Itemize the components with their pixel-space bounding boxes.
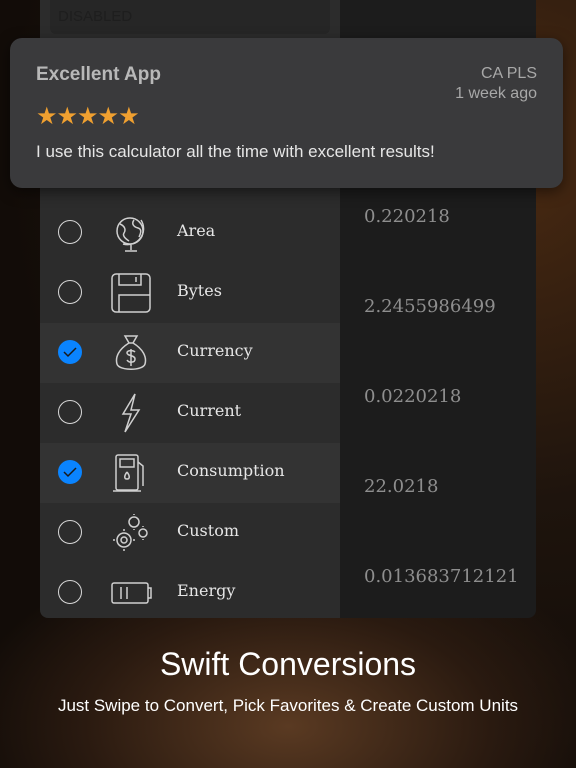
radio-button[interactable] — [58, 400, 82, 424]
review-author: CA PLS — [480, 65, 537, 82]
radio-button[interactable] — [58, 280, 82, 304]
review-title: Excellent App — [36, 64, 161, 85]
review-date: 1 week ago — [455, 85, 537, 102]
category-label: Area — [177, 221, 216, 240]
checked-radio[interactable] — [58, 460, 82, 484]
review-body: I use this calculator all the time with … — [36, 142, 435, 161]
category-row-currency[interactable]: Currency — [40, 323, 340, 383]
radio-button[interactable] — [58, 220, 82, 244]
category-label: Bytes — [177, 281, 222, 300]
checkmark-icon — [63, 347, 77, 358]
globe-icon — [116, 217, 145, 252]
category-label: Custom — [177, 521, 239, 540]
review-card: Excellent App CA PLS 1 week ago ★★★★★ I … — [10, 38, 563, 188]
floppy-disk-icon — [111, 273, 151, 313]
checked-radio[interactable] — [58, 340, 82, 364]
battery-icon — [111, 582, 152, 604]
category-row-area[interactable]: Area — [40, 203, 340, 263]
promo-subtitle: Just Swipe to Convert, Pick Favorites & … — [57, 696, 519, 715]
money-bag-icon — [115, 335, 147, 370]
category-row-bytes[interactable]: Bytes — [40, 263, 340, 323]
conversion-value: 0.013683712121 — [364, 566, 519, 587]
conversion-value: 0.220218 — [364, 206, 450, 227]
conversion-value: 2.2455986499 — [364, 296, 496, 317]
category-row-energy[interactable]: Energy — [40, 563, 340, 618]
checkmark-icon — [63, 467, 77, 478]
review-meta: CA PLS 1 week ago — [455, 64, 537, 104]
lightning-icon — [121, 393, 141, 433]
category-row-custom[interactable]: Custom — [40, 503, 340, 563]
star-rating: ★★★★★ — [36, 103, 140, 130]
radio-button[interactable] — [58, 580, 82, 604]
category-row-consumption[interactable]: Consumption — [40, 443, 340, 503]
fuel-pump-icon — [113, 454, 144, 492]
disabled-field: DISABLED — [50, 0, 330, 34]
category-label: Consumption — [177, 461, 285, 480]
category-row-current[interactable]: Current — [40, 383, 340, 443]
promo-title: Swift Conversions — [159, 646, 417, 682]
category-label: Energy — [177, 581, 236, 600]
category-label: Currency — [177, 341, 253, 360]
category-label: Current — [177, 401, 242, 420]
conversion-value: 22.0218 — [364, 476, 439, 497]
radio-button[interactable] — [58, 520, 82, 544]
conversion-value: 0.0220218 — [364, 386, 462, 407]
gears-icon — [113, 514, 148, 551]
